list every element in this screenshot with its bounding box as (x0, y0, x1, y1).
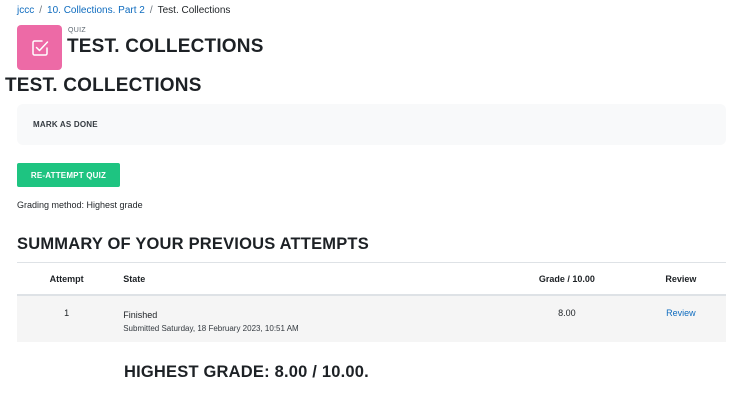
column-header-attempt: Attempt (17, 262, 117, 296)
attempt-number-cell: 1 (17, 295, 117, 342)
table-header-row: Attempt State Grade / 10.00 Review (17, 262, 726, 296)
quiz-checkbox-icon (17, 25, 62, 70)
attempt-grade: 8.00 (558, 308, 576, 318)
breadcrumb-separator: / (149, 5, 153, 16)
review-link[interactable]: Review (666, 296, 696, 318)
breadcrumb-current: Test. Collections (157, 5, 231, 16)
grading-method: Grading method: Highest grade (17, 200, 143, 210)
module-type-label: QUIZ (68, 27, 86, 34)
attempt-number: 1 (64, 308, 70, 318)
summary-heading: SUMMARY OF YOUR PREVIOUS ATTEMPTS (17, 235, 369, 253)
breadcrumb-separator: / (39, 5, 43, 16)
column-header-state: State (116, 262, 499, 296)
mark-as-done-button[interactable]: MARK AS DONE (33, 120, 98, 129)
attempt-submitted-time: Submitted Saturday, 18 February 2023, 10… (123, 324, 299, 333)
highest-grade: HIGHEST GRADE: 8.00 / 10.00. (124, 363, 369, 381)
column-header-grade: Grade / 10.00 (498, 262, 636, 296)
activity-title: TEST. COLLECTIONS (5, 75, 202, 96)
page-title: TEST. COLLECTIONS (67, 36, 264, 57)
review-cell: Review (635, 295, 726, 342)
breadcrumb-link-section[interactable]: 10. Collections. Part 2 (47, 5, 145, 16)
column-header-review: Review (635, 262, 726, 296)
grade-cell: 8.00 (498, 295, 636, 342)
attempts-table: Attempt State Grade / 10.00 Review 1 Fin… (17, 262, 726, 342)
breadcrumb: jccc / 10. Collections. Part 2 / Test. C… (17, 5, 230, 16)
attempt-state: Finished (123, 310, 158, 320)
reattempt-quiz-button[interactable]: RE-ATTEMPT QUIZ (17, 163, 120, 187)
state-cell: Finished Submitted Saturday, 18 February… (116, 295, 499, 342)
breadcrumb-link-course[interactable]: jccc (17, 5, 34, 16)
table-row: 1 Finished Submitted Saturday, 18 Februa… (17, 295, 726, 342)
completion-panel: MARK AS DONE (17, 104, 726, 145)
